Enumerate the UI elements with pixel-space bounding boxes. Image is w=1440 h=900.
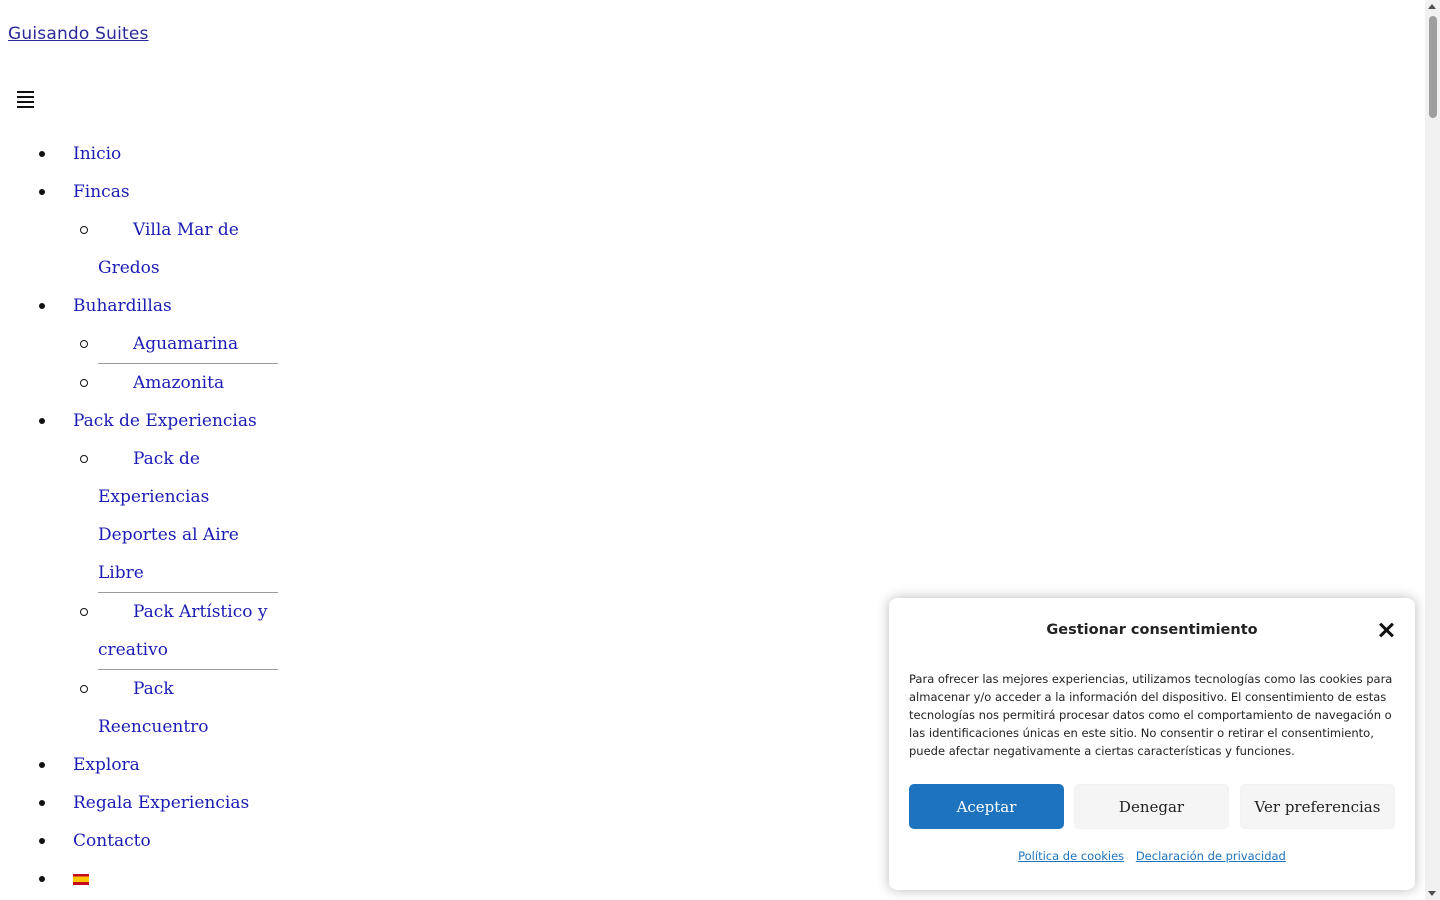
subnav-link-pack-deportes[interactable]: Pack de Experiencias Deportes al Aire Li… — [98, 440, 278, 593]
nav-item-contacto: Contacto — [0, 822, 300, 860]
subnav-item-aguamarina: Aguamarina — [0, 325, 300, 364]
consent-title: Gestionar consentimiento — [1046, 622, 1258, 638]
close-icon[interactable] — [1377, 621, 1395, 639]
nav-item-regala-experiencias: Regala Experiencias — [0, 784, 300, 822]
subnav-item-amazonita: Amazonita — [0, 364, 300, 402]
menu-toggle-icon[interactable] — [17, 91, 34, 108]
site-title-link[interactable]: Guisando Suites — [8, 24, 149, 44]
scrollbar-thumb[interactable] — [1429, 16, 1437, 118]
privacy-statement-link[interactable]: Declaración de privacidad — [1136, 849, 1286, 863]
subnav-link-pack-reencuentro[interactable]: Pack Reencuentro — [98, 670, 278, 746]
nav-item-explora: Explora — [0, 746, 300, 784]
scroll-down-arrow-icon[interactable] — [1428, 891, 1436, 896]
nav-item-language — [0, 860, 300, 889]
nav-link-regala-experiencias[interactable]: Regala Experiencias — [73, 784, 300, 822]
subnav-link-amazonita[interactable]: Amazonita — [98, 364, 278, 402]
spain-flag-icon[interactable] — [73, 874, 89, 885]
deny-button[interactable]: Denegar — [1074, 784, 1229, 829]
subnav-link-villa-mar-de-gredos[interactable]: Villa Mar de Gredos — [98, 211, 278, 287]
subnav-link-aguamarina[interactable]: Aguamarina — [98, 325, 278, 364]
consent-description: Para ofrecer las mejores experiencias, u… — [909, 672, 1393, 758]
subnav-link-pack-artistico[interactable]: Pack Artístico y creativo — [98, 593, 278, 670]
nav-link-contacto[interactable]: Contacto — [73, 822, 300, 860]
nav-item-buhardillas: Buhardillas Aguamarina Amazonita — [0, 287, 300, 402]
nav-link-explora[interactable]: Explora — [73, 746, 300, 784]
subnav-item-pack-reencuentro: Pack Reencuentro — [0, 670, 300, 746]
main-navigation: Inicio Fincas Villa Mar de Gredos Buhard… — [0, 135, 300, 889]
submenu-pack-de-experiencias: Pack de Experiencias Deportes al Aire Li… — [0, 440, 300, 746]
nav-item-pack-de-experiencias: Pack de Experiencias Pack de Experiencia… — [0, 402, 300, 746]
subnav-item-villa-mar-de-gredos: Villa Mar de Gredos — [0, 211, 300, 287]
nav-link-inicio[interactable]: Inicio — [73, 135, 300, 173]
nav-item-inicio: Inicio — [0, 135, 300, 173]
cookie-consent-dialog: Gestionar consentimiento Para ofrecer la… — [889, 598, 1415, 890]
view-preferences-button[interactable]: Ver preferencias — [1240, 784, 1395, 829]
subnav-item-pack-deportes: Pack de Experiencias Deportes al Aire Li… — [0, 440, 300, 593]
subnav-item-pack-artistico: Pack Artístico y creativo — [0, 593, 300, 670]
nav-link-buhardillas[interactable]: Buhardillas — [73, 287, 300, 325]
nav-link-fincas[interactable]: Fincas — [73, 173, 300, 211]
accept-button[interactable]: Aceptar — [909, 784, 1064, 829]
scroll-up-arrow-icon[interactable] — [1428, 4, 1436, 9]
cookie-policy-link[interactable]: Política de cookies — [1018, 849, 1124, 863]
nav-link-pack-de-experiencias[interactable]: Pack de Experiencias — [73, 402, 300, 440]
submenu-buhardillas: Aguamarina Amazonita — [0, 325, 300, 402]
nav-item-fincas: Fincas Villa Mar de Gredos — [0, 173, 300, 287]
submenu-fincas: Villa Mar de Gredos — [0, 211, 300, 287]
consent-links: Política de cookies Declaración de priva… — [889, 849, 1415, 863]
vertical-scrollbar[interactable] — [1425, 0, 1440, 900]
